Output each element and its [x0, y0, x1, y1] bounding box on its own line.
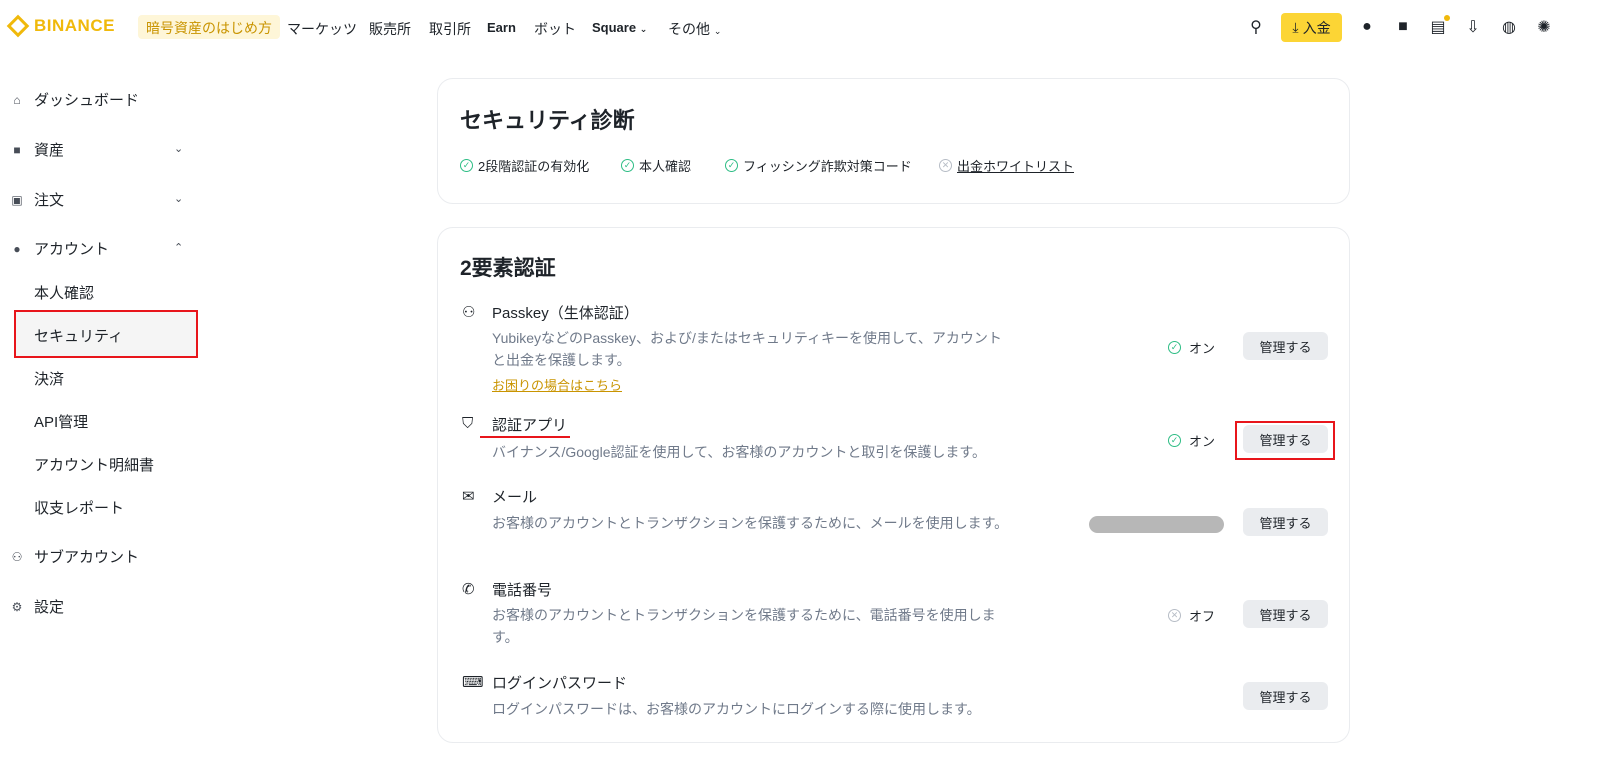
wallet-icon: ■: [13, 142, 21, 157]
user-icon: ●: [13, 241, 21, 256]
email-desc: お客様のアカウントとトランザクションを保護するために、メールを使用します。: [492, 515, 1009, 531]
password-manage-button[interactable]: 管理する: [1243, 682, 1328, 710]
users-icon: ⚇: [11, 549, 23, 564]
check-kyc: ✓ 本人確認: [621, 156, 691, 175]
phone-manage-button[interactable]: 管理する: [1243, 600, 1328, 628]
nav-guide[interactable]: 暗号資産のはじめ方: [138, 15, 280, 39]
security-diagnosis-card: セキュリティ診断 ✓ 2段階認証の有効化 ✓ 本人確認 ✓ フィッシング詐欺対策コード…: [437, 78, 1350, 204]
help-link[interactable]: お困りの場合はこちら: [492, 375, 622, 394]
annotation-box: [1235, 421, 1335, 460]
nav-markets[interactable]: マーケッツ: [287, 19, 357, 39]
passkey-icon: ⚇: [462, 304, 476, 321]
top-nav: BINANCE 暗号資産のはじめ方 マーケッツ 販売所 取引所 Earn ボット…: [0, 0, 1600, 54]
profile-icon[interactable]: ●: [1357, 17, 1377, 37]
authenticator-status: ✓ オン: [1168, 431, 1215, 450]
sidebar-item-security[interactable]: セキュリティ: [34, 325, 123, 346]
theme-icon[interactable]: ✺: [1534, 17, 1554, 37]
chevron-down-icon: ⌄: [639, 24, 648, 34]
mail-icon: ✉: [462, 488, 475, 505]
nav-more[interactable]: その他 ⌄: [668, 19, 721, 39]
passkey-manage-button[interactable]: 管理する: [1243, 332, 1328, 360]
check-icon: ✓: [1168, 341, 1181, 354]
phone-desc: お客様のアカウントとトランザクションを保護するために、電話番号を使用します。: [492, 607, 996, 645]
wallet-icon[interactable]: ■: [1393, 17, 1413, 37]
sidebar-item-assets[interactable]: ■ 資産: [10, 139, 64, 160]
nav-bot[interactable]: ボット: [534, 19, 576, 39]
check-icon: ✓: [460, 159, 473, 172]
phone-icon: ✆: [462, 581, 475, 598]
sidebar-item-statement[interactable]: アカウント明細書: [34, 454, 154, 475]
check-antiphishing: ✓ フィッシング詐欺対策コード: [725, 156, 912, 175]
orders-icon: ▣: [11, 192, 23, 207]
authenticator-title: 認証アプリ: [492, 417, 568, 434]
gear-icon: ⚙: [11, 599, 23, 614]
messages-icon[interactable]: ▤: [1428, 15, 1450, 37]
chevron-up-icon[interactable]: ⌃: [174, 241, 183, 254]
phone-title: 電話番号: [492, 582, 553, 599]
sidebar-item-report[interactable]: 収支レポート: [34, 497, 124, 518]
two-factor-card: 2要素認証 ⚇ Passkey（生体認証） YubikeyなどのPasskey、…: [437, 227, 1350, 743]
sidebar-item-api[interactable]: API管理: [34, 411, 88, 432]
passkey-desc: YubikeyなどのPasskey、および/またはセキュリティキーを使用して、ア…: [492, 330, 1002, 368]
redacted-email: [1089, 516, 1224, 533]
email-title: メール: [492, 489, 538, 506]
home-icon: ⌂: [13, 92, 21, 107]
nav-otc[interactable]: 販売所: [369, 19, 411, 39]
sidebar-item-orders[interactable]: ▣ 注文: [10, 189, 64, 210]
cross-icon: ✕: [1168, 609, 1181, 622]
annotation-underline: [480, 436, 570, 438]
nav-square[interactable]: Square ⌄: [592, 20, 647, 35]
deposit-button[interactable]: ⤓ 入金: [1281, 13, 1342, 42]
sidebar-item-account[interactable]: ● アカウント: [10, 238, 109, 259]
authenticator-icon: ⛉: [462, 415, 474, 432]
sidebar-item-kyc[interactable]: 本人確認: [34, 282, 94, 303]
check-2fa: ✓ 2段階認証の有効化: [460, 156, 589, 175]
globe-icon[interactable]: ◍: [1499, 17, 1519, 37]
chevron-down-icon[interactable]: ⌄: [174, 192, 183, 205]
binance-logo-icon: [6, 14, 30, 38]
password-title: ログインパスワード: [492, 675, 628, 692]
authenticator-desc: バイナンス/Google認証を使用して、お客様のアカウントと取引を保護します。: [492, 444, 986, 460]
nav-earn[interactable]: Earn: [487, 20, 516, 35]
section-title: 2要素認証: [460, 257, 556, 280]
chevron-down-icon[interactable]: ⌄: [174, 142, 183, 155]
check-whitelist[interactable]: ✕ 出金ホワイトリスト: [939, 156, 1074, 175]
phone-status: ✕ オフ: [1168, 606, 1215, 625]
check-icon: ✓: [1168, 434, 1181, 447]
search-icon[interactable]: ⚲: [1246, 17, 1266, 37]
cross-icon: ✕: [939, 159, 952, 172]
passkey-status: ✓ オン: [1168, 338, 1215, 357]
email-manage-button[interactable]: 管理する: [1243, 508, 1328, 536]
password-icon: ⌨: [462, 674, 484, 691]
check-icon: ✓: [621, 159, 634, 172]
download-app-icon[interactable]: ⇩: [1463, 17, 1483, 37]
nav-exchange[interactable]: 取引所: [429, 19, 471, 39]
password-desc: ログインパスワードは、お客様のアカウントにログインする際に使用します。: [492, 701, 981, 717]
check-icon: ✓: [725, 159, 738, 172]
binance-logo[interactable]: BINANCE: [6, 14, 115, 38]
sidebar-item-payment[interactable]: 決済: [34, 368, 64, 389]
download-icon: ⤓: [1292, 19, 1299, 35]
sidebar-item-dashboard[interactable]: ⌂ ダッシュボード: [10, 89, 139, 110]
sidebar-item-settings[interactable]: ⚙ 設定: [10, 596, 64, 617]
sidebar-item-subaccount[interactable]: ⚇ サブアカウント: [10, 546, 139, 567]
passkey-title: Passkey（生体認証）: [492, 305, 639, 322]
page-title: セキュリティ診断: [460, 108, 635, 133]
chevron-down-icon: ⌄: [713, 26, 722, 36]
